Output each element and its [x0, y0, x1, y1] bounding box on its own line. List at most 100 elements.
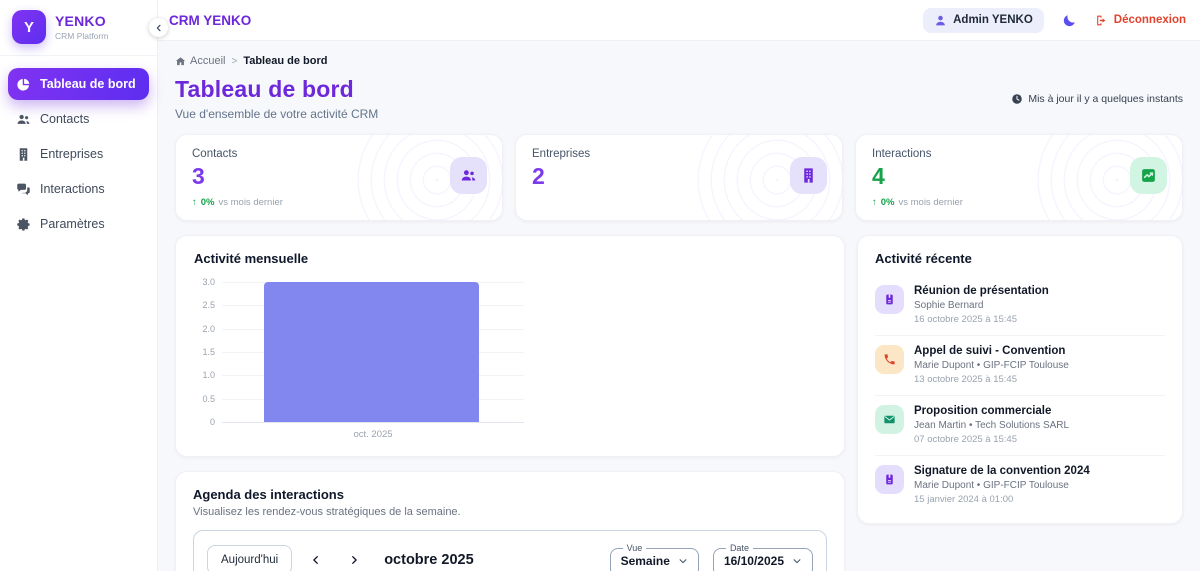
list-item-text: Réunion de présentation Sophie Bernard 1… — [914, 285, 1049, 325]
next-period-button[interactable] — [340, 551, 368, 569]
activity-title: Proposition commerciale — [914, 405, 1069, 417]
bar-chart: 00.51.01.52.02.53.0 — [194, 282, 826, 422]
sidebar-item-label: Entreprises — [40, 147, 103, 161]
building-icon — [15, 146, 31, 162]
view-select-value: Semaine — [621, 554, 670, 568]
sidebar-item-settings[interactable]: Paramètres — [8, 208, 149, 240]
sidebar-nav: Tableau de bord Contacts Entreprises Int… — [0, 56, 157, 243]
sidebar-item-label: Interactions — [40, 182, 105, 196]
activity-title: Réunion de présentation — [914, 285, 1049, 297]
stat-trend: ↑ 0% vs mois dernier — [872, 197, 1166, 208]
recent-activity-panel: Activité récente Réunion de présentation… — [857, 235, 1183, 524]
breadcrumb: Accueil > Tableau de bord — [175, 55, 1183, 67]
middle-row: Activité mensuelle 00.51.01.52.02.53.0 o… — [175, 235, 1183, 571]
view-select[interactable]: Vue Semaine — [610, 543, 699, 571]
activity-contact: Jean Martin • Tech Solutions SARL — [914, 420, 1069, 431]
stat-value: 2 — [532, 163, 826, 190]
chart-y-axis: 00.51.01.52.02.53.0 — [194, 282, 222, 422]
sidebar-item-dashboard[interactable]: Tableau de bord — [8, 68, 149, 100]
activity-date: 16 octobre 2025 à 15:45 — [914, 314, 1049, 325]
breadcrumb-current: Tableau de bord — [243, 55, 327, 67]
stats-row: Contacts 3 ↑ 0% vs mois dernier Entrepri… — [175, 134, 1183, 221]
sidebar-item-companies[interactable]: Entreprises — [8, 138, 149, 170]
list-item: Proposition commerciale Jean Martin • Te… — [875, 396, 1165, 456]
activity-contact: Marie Dupont • GIP-FCIP Toulouse — [914, 360, 1069, 371]
activity-contact: Marie Dupont • GIP-FCIP Toulouse — [914, 480, 1090, 491]
trend-up-icon: ↑ — [192, 197, 197, 208]
stat-trend: ↑ 0% vs mois dernier — [192, 197, 486, 208]
stat-label: Contacts — [192, 148, 486, 160]
page-content: Accueil > Tableau de bord Tableau de bor… — [158, 41, 1200, 571]
stat-label: Entreprises — [532, 148, 826, 160]
notebook-icon — [875, 285, 904, 314]
last-updated: Mis à jour il y a quelques instants — [1011, 93, 1183, 105]
home-icon — [175, 56, 186, 67]
activity-title: Signature de la convention 2024 — [914, 465, 1090, 477]
trend-percent: 0% — [201, 197, 215, 208]
trend-percent: 0% — [881, 197, 895, 208]
prev-period-button[interactable] — [302, 551, 330, 569]
sidebar-collapse-button[interactable] — [149, 18, 168, 37]
title-row: Tableau de bord Vue d'ensemble de votre … — [175, 76, 1183, 121]
chevron-left-icon — [311, 555, 321, 565]
activity-date: 07 octobre 2025 à 15:45 — [914, 434, 1069, 445]
list-item: Réunion de présentation Sophie Bernard 1… — [875, 276, 1165, 336]
breadcrumb-separator: > — [231, 56, 237, 67]
today-button[interactable]: Aujourd'hui — [207, 545, 292, 571]
users-icon — [15, 111, 31, 127]
user-icon — [934, 14, 947, 27]
page-subtitle: Vue d'ensemble de votre activité CRM — [175, 107, 378, 121]
stat-value: 4 — [872, 163, 1166, 190]
stat-value: 3 — [192, 163, 486, 190]
chevron-down-icon — [678, 556, 688, 566]
chevron-right-icon — [349, 555, 359, 565]
date-select[interactable]: Date 16/10/2025 — [713, 543, 813, 571]
moon-icon — [1062, 13, 1077, 28]
monthly-activity-card: Activité mensuelle 00.51.01.52.02.53.0 o… — [175, 235, 845, 457]
logout-button[interactable]: Déconnexion — [1095, 14, 1186, 27]
admin-user-button[interactable]: Admin YENKO — [923, 8, 1044, 33]
pie-chart-icon — [15, 76, 31, 92]
notebook-icon — [875, 465, 904, 494]
dark-mode-toggle[interactable] — [1062, 13, 1077, 28]
logo-badge: Y — [12, 10, 46, 44]
sidebar-item-label: Contacts — [40, 112, 89, 126]
gear-icon — [15, 216, 31, 232]
chart-title: Activité mensuelle — [194, 251, 826, 266]
agenda-subtitle: Visualisez les rendez-vous stratégiques … — [193, 506, 827, 518]
breadcrumb-home[interactable]: Accueil — [175, 55, 225, 67]
chart-x-tick-label: oct. 2025 — [222, 429, 524, 440]
chart-line-icon — [1130, 157, 1167, 194]
sidebar: Y YENKO CRM Platform Tableau de bord Con… — [0, 0, 158, 571]
sidebar-item-label: Tableau de bord — [40, 77, 136, 91]
logo-text: YENKO CRM Platform — [55, 13, 108, 41]
logout-icon — [1095, 14, 1108, 27]
sidebar-item-contacts[interactable]: Contacts — [8, 103, 149, 135]
date-select-value: 16/10/2025 — [724, 554, 784, 568]
sidebar-item-interactions[interactable]: Interactions — [8, 173, 149, 205]
title-block: Tableau de bord Vue d'ensemble de votre … — [175, 76, 378, 121]
agenda-card: Agenda des interactions Visualisez les r… — [175, 471, 845, 571]
list-item-text: Proposition commerciale Jean Martin • Te… — [914, 405, 1069, 445]
trend-up-icon: ↑ — [872, 197, 877, 208]
app-tagline: CRM Platform — [55, 31, 108, 41]
stat-card-contacts: Contacts 3 ↑ 0% vs mois dernier — [175, 134, 503, 221]
trend-suffix: vs mois dernier — [898, 197, 962, 208]
logout-label: Déconnexion — [1114, 14, 1186, 26]
chart-bar — [264, 282, 478, 422]
calendar-toolbar: Aujourd'hui octobre 2025 Vue — [193, 530, 827, 571]
breadcrumb-home-label: Accueil — [190, 55, 225, 67]
activity-date: 15 janvier 2024 à 01:00 — [914, 494, 1090, 505]
activity-date: 13 octobre 2025 à 15:45 — [914, 374, 1069, 385]
sidebar-item-label: Paramètres — [40, 217, 105, 231]
last-updated-label: Mis à jour il y a quelques instants — [1028, 93, 1183, 105]
activity-contact: Sophie Bernard — [914, 300, 1049, 311]
header-title: CRM YENKO — [169, 13, 251, 28]
recent-activity-list: Réunion de présentation Sophie Bernard 1… — [875, 276, 1165, 515]
main-area: CRM YENKO Admin YENKO Déconnexion — [158, 0, 1200, 571]
header-actions: Admin YENKO Déconnexion — [923, 8, 1186, 33]
view-select-label: Vue — [623, 543, 647, 553]
phone-icon — [875, 345, 904, 374]
users-icon — [450, 157, 487, 194]
list-item: Appel de suivi - Convention Marie Dupont… — [875, 336, 1165, 396]
